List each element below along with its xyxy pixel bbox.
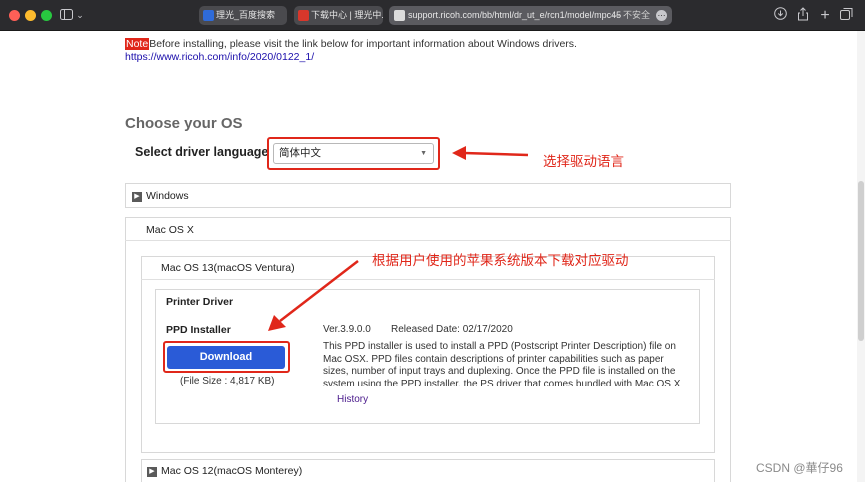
monterey-label: Mac OS 12(macOS Monterey) [161, 465, 303, 477]
printer-driver-title: Printer Driver [166, 296, 234, 308]
tab-download-center[interactable]: 下载中心 | 理光中... [294, 6, 383, 25]
note-badge: Note [125, 38, 150, 50]
tab-label: 理光_百度搜索 [216, 10, 276, 20]
note-text: Before installing, please visit the link… [149, 38, 577, 50]
chevron-down-icon[interactable]: ⌄ [75, 7, 85, 24]
version-arrow-icon [268, 260, 359, 331]
ppd-installer-label: PPD Installer [166, 324, 231, 336]
ricoh-favicon-icon [298, 10, 309, 21]
tab-baidu-search[interactable]: 理光_百度搜索 [199, 6, 287, 25]
expand-icon: ▶ [132, 192, 142, 202]
tab-label: 下载中心 | 理光中... [311, 10, 383, 20]
browser-toolbar: ⌄ 理光_百度搜索 下载中心 | 理光中... support.ricoh.co… [0, 0, 865, 31]
sidebar-icon[interactable] [59, 7, 73, 24]
page-content: NoteBefore installing, please visit the … [0, 31, 865, 482]
divider [141, 279, 715, 280]
history-link[interactable]: History [337, 394, 368, 405]
zoom-window-button[interactable] [41, 10, 52, 21]
security-status: — 不安全 [611, 10, 650, 20]
divider [125, 240, 731, 241]
mac-os-x-label[interactable]: Mac OS X [146, 224, 194, 236]
language-annotation: 选择驱动语言 [543, 154, 624, 169]
minimize-window-button[interactable] [25, 10, 36, 21]
windows-label: Windows [146, 190, 189, 202]
page-scrollbar[interactable] [857, 31, 865, 482]
driver-language-label: Select driver language [135, 145, 269, 159]
site-favicon-icon [394, 10, 405, 21]
close-window-button[interactable] [9, 10, 20, 21]
choose-os-heading: Choose your OS [125, 115, 243, 132]
version-annotation: 根据用户使用的苹果系统版本下载对应驱动 [372, 253, 629, 268]
language-arrow-icon [452, 146, 529, 160]
download-highlight-box [163, 341, 290, 373]
baidu-favicon-icon [203, 10, 214, 21]
release-date: Released Date: 02/17/2020 [391, 324, 513, 335]
windows-accordion[interactable] [125, 183, 731, 208]
language-highlight-box [267, 137, 440, 170]
file-size: (File Size : 4,817 KB) [180, 376, 275, 387]
windows-note: NoteBefore installing, please visit the … [125, 38, 577, 50]
windows-info-link[interactable]: https://www.ricoh.com/info/2020/0122_1/ [125, 51, 314, 63]
csdn-watermark: CSDN @華仔96 [756, 461, 843, 475]
url-text: support.ricoh.com/bb/html/dr_ut_e/rcn1/m… [408, 10, 622, 20]
reader-icon[interactable]: ⋯ [656, 10, 667, 21]
driver-description: This PPD installer is used to install a … [323, 341, 681, 386]
share-icon[interactable] [796, 7, 810, 24]
expand-icon: ▶ [147, 467, 157, 477]
address-bar[interactable]: support.ricoh.com/bb/html/dr_ut_e/rcn1/m… [389, 6, 672, 25]
tab-overview-icon[interactable] [839, 7, 853, 24]
download-icon[interactable] [773, 7, 787, 24]
new-tab-icon[interactable]: + [818, 7, 832, 24]
scroll-thumb[interactable] [858, 181, 864, 341]
